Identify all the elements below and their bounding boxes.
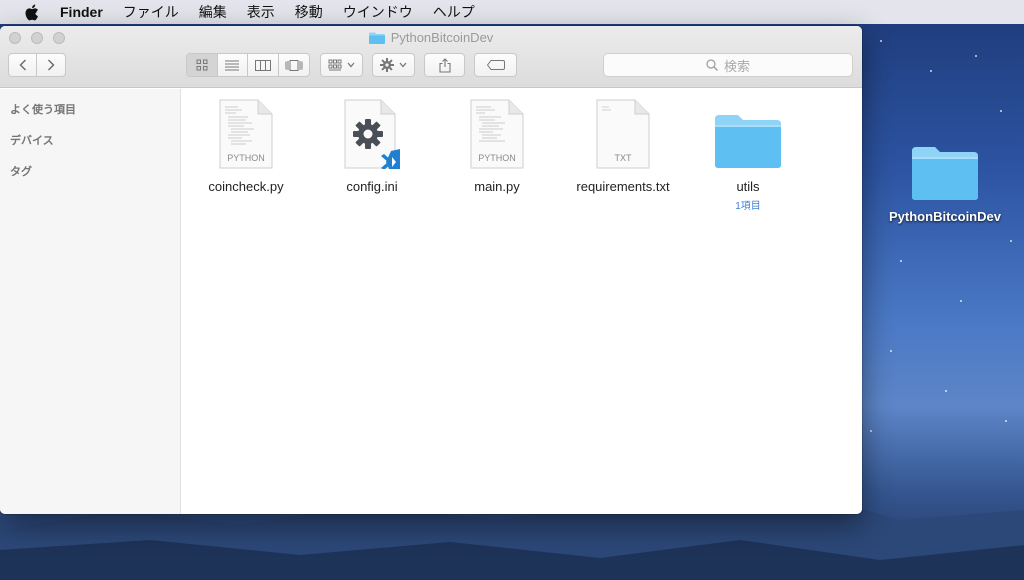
search-field[interactable]: 検索 [603, 53, 853, 77]
chevron-left-icon [18, 59, 26, 71]
grid-icon [196, 59, 208, 71]
file-type-label: PYTHON [227, 153, 265, 163]
gallery-view-button[interactable] [279, 54, 309, 76]
coverflow-icon [285, 59, 303, 71]
search-icon [706, 59, 718, 71]
folder-icon [368, 32, 385, 44]
item-count: 1項目 [735, 201, 761, 212]
toolbar: 検索 [8, 53, 854, 79]
arrange-button[interactable] [320, 53, 363, 77]
chevron-right-icon [47, 59, 55, 71]
apple-icon[interactable] [22, 3, 40, 21]
menu-window[interactable]: ウインドウ [343, 2, 413, 22]
menu-app-name[interactable]: Finder [60, 4, 103, 20]
sidebar: よく使う項目 デバイス タグ [0, 89, 181, 514]
file-area: PYTHON coincheck.py config.ini PYTHON ma… [181, 89, 862, 514]
sidebar-section-favorites[interactable]: よく使う項目 [0, 95, 180, 126]
tag-icon [486, 60, 505, 70]
gear-icon [353, 119, 383, 149]
nav-buttons [8, 53, 66, 77]
column-view-button[interactable] [248, 54, 279, 76]
folder-icon [713, 97, 783, 169]
chevron-down-icon [347, 62, 355, 68]
tag-button[interactable] [474, 53, 517, 77]
desktop-folder-name: PythonBitcoinDev [889, 209, 1001, 224]
file-name: utils [736, 179, 760, 194]
menu-view[interactable]: 表示 [247, 2, 275, 22]
text-file-icon: TXT [588, 97, 658, 169]
file-item-config[interactable]: config.ini [312, 97, 432, 194]
vscode-config-file-icon [337, 97, 407, 169]
columns-icon [254, 59, 271, 71]
title-bar: PythonBitcoinDev 検索 [0, 26, 862, 88]
share-icon [438, 57, 451, 73]
sidebar-section-tags[interactable]: タグ [0, 157, 180, 188]
sidebar-section-devices[interactable]: デバイス [0, 126, 180, 157]
window-content: よく使う項目 デバイス タグ PYTHON coincheck.py confi… [0, 89, 862, 514]
menu-go[interactable]: 移動 [295, 2, 323, 22]
file-item-coincheck[interactable]: PYTHON coincheck.py [186, 97, 306, 194]
view-mode-control [186, 53, 310, 77]
file-name: coincheck.py [208, 179, 284, 194]
menu-bar: Finder ファイル 編集 表示 移動 ウインドウ ヘルプ [0, 0, 1024, 24]
search-placeholder: 検索 [723, 58, 750, 74]
desktop-folder-item[interactable]: PythonBitcoinDev [880, 145, 1010, 224]
menu-edit[interactable]: 編集 [199, 2, 227, 22]
icon-view-button[interactable] [187, 54, 218, 76]
window-title-text: PythonBitcoinDev [390, 30, 494, 45]
file-type-label: PYTHON [478, 153, 516, 163]
list-icon [225, 60, 240, 70]
arrange-grid-icon [328, 59, 342, 71]
python-file-icon: PYTHON [462, 97, 532, 169]
chevron-down-icon [399, 62, 407, 68]
file-name: main.py [474, 179, 520, 194]
file-item-main[interactable]: PYTHON main.py [437, 97, 557, 194]
folder-item-utils[interactable]: utils 1項目 [688, 97, 808, 212]
folder-icon [912, 147, 978, 200]
window-title: PythonBitcoinDev [0, 30, 862, 45]
forward-button[interactable] [37, 54, 65, 76]
finder-window: PythonBitcoinDev 検索 よく使う項目 デバイス タグ PYTHO… [0, 26, 862, 514]
gear-icon [380, 58, 394, 72]
share-button[interactable] [424, 53, 465, 77]
back-button[interactable] [9, 54, 38, 76]
python-file-icon: PYTHON [211, 97, 281, 169]
list-view-button[interactable] [218, 54, 248, 76]
menu-file[interactable]: ファイル [123, 2, 179, 22]
action-button[interactable] [372, 53, 415, 77]
file-name: config.ini [346, 179, 398, 194]
file-item-requirements[interactable]: TXT requirements.txt [563, 97, 683, 194]
menu-help[interactable]: ヘルプ [433, 2, 475, 22]
file-type-label: TXT [615, 153, 633, 163]
file-name: requirements.txt [576, 179, 670, 194]
